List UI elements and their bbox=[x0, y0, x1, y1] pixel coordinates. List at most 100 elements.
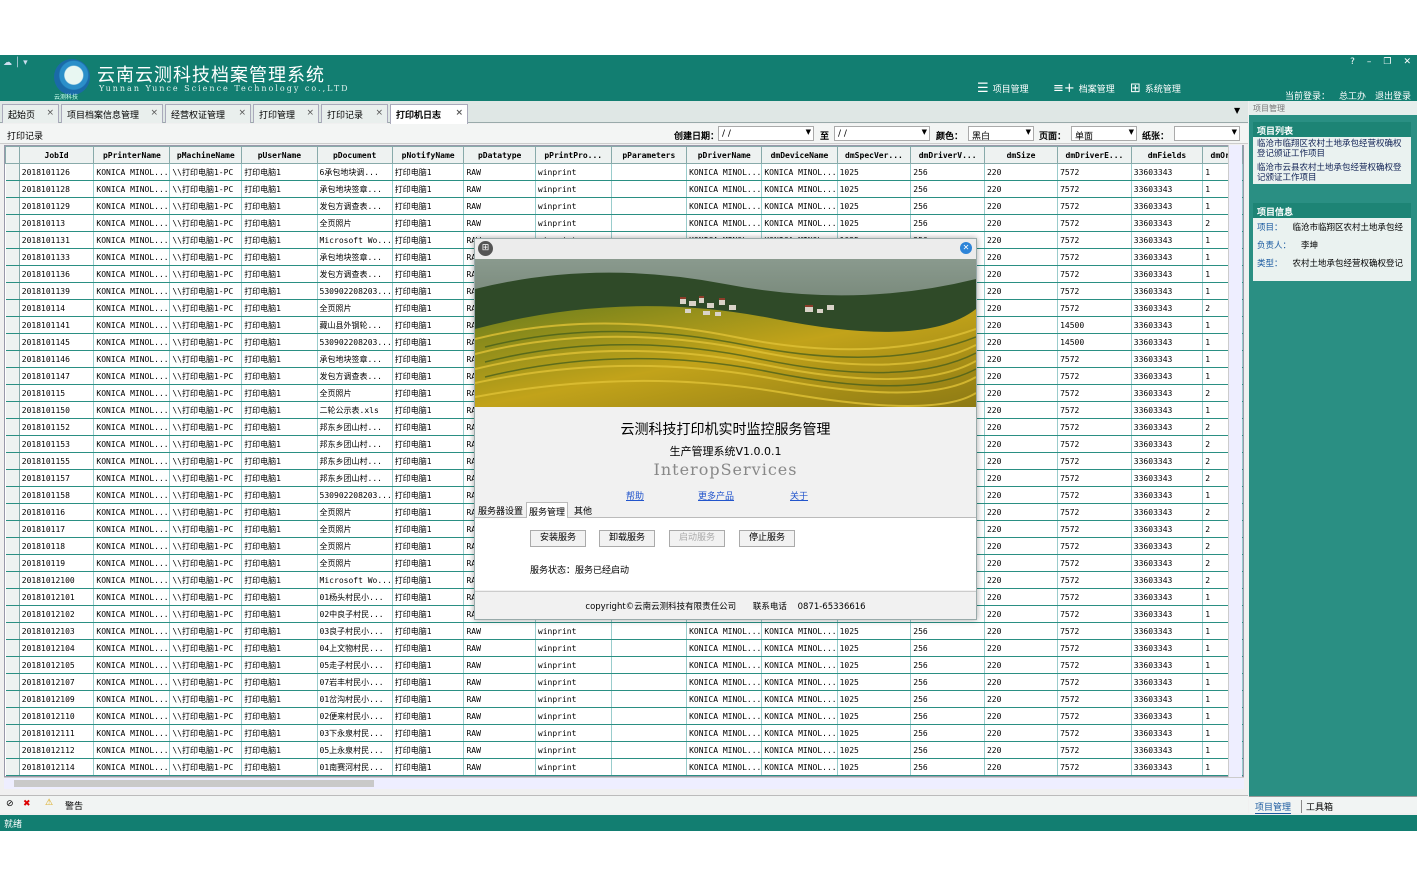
table-cell[interactable] bbox=[611, 197, 688, 215]
table-cell[interactable]: 220 bbox=[984, 367, 1059, 385]
table-cell[interactable]: 2018101131 bbox=[19, 231, 95, 249]
table-cell[interactable]: winprint bbox=[535, 741, 612, 759]
tab-sidebar-project[interactable]: 项目管理 bbox=[1255, 800, 1292, 814]
column-header[interactable]: dmDriverV... bbox=[910, 146, 985, 164]
table-cell[interactable]: KONICA MINOL... bbox=[93, 163, 171, 181]
table-cell[interactable]: 打印电脑1 bbox=[392, 350, 465, 368]
table-cell[interactable]: 33603343 bbox=[1131, 248, 1204, 266]
table-cell[interactable]: 7572 bbox=[1057, 418, 1132, 436]
table-cell[interactable]: 打印电脑1 bbox=[392, 316, 465, 334]
project-list-item[interactable]: 临沧市临翔区农村土地承包经营权确权登记颁证工作项目 bbox=[1253, 137, 1411, 161]
row-header[interactable] bbox=[5, 367, 20, 385]
table-cell[interactable]: 20181012114 bbox=[19, 758, 95, 776]
row-header[interactable] bbox=[5, 299, 20, 317]
column-header[interactable]: pUserName bbox=[241, 146, 318, 164]
stop-service-button[interactable]: 停止服务 bbox=[739, 530, 795, 547]
table-cell[interactable]: 7572 bbox=[1057, 605, 1132, 623]
table-cell[interactable]: 256 bbox=[910, 163, 985, 181]
table-cell[interactable]: 打印电脑1 bbox=[241, 690, 318, 708]
chevron-down-icon[interactable]: ▼ bbox=[922, 128, 927, 136]
table-cell[interactable]: RAW bbox=[463, 639, 536, 657]
table-cell[interactable]: 打印电脑1 bbox=[241, 486, 318, 504]
table-cell[interactable]: \\打印电脑1-PC bbox=[169, 673, 243, 691]
table-cell[interactable]: 256 bbox=[910, 707, 985, 725]
table-cell[interactable]: 201810119 bbox=[19, 554, 95, 572]
table-row[interactable]: 20181012103 KONICA MINOL... \\打印电脑1-PC 打印电脑… bbox=[5, 622, 1243, 640]
table-cell[interactable]: 2018101129 bbox=[19, 197, 95, 215]
table-cell[interactable]: 7572 bbox=[1057, 622, 1132, 640]
table-cell[interactable]: 承包地块签章... bbox=[317, 180, 393, 198]
table-cell[interactable]: KONICA MINOL... bbox=[686, 741, 763, 759]
table-cell[interactable]: 20181012107 bbox=[19, 673, 95, 691]
table-cell[interactable]: 打印电脑1 bbox=[392, 469, 465, 487]
table-cell[interactable]: 发包方调查表... bbox=[317, 265, 393, 283]
tab-other[interactable]: 其他 bbox=[572, 504, 594, 517]
table-cell[interactable]: 220 bbox=[984, 690, 1059, 708]
chevron-down-icon[interactable]: ▼ bbox=[1129, 128, 1134, 136]
table-cell[interactable]: KONICA MINOL... bbox=[761, 741, 838, 759]
help-link[interactable]: 帮助 bbox=[626, 489, 644, 502]
table-cell[interactable]: 打印电脑1 bbox=[392, 333, 465, 351]
table-cell[interactable]: 220 bbox=[984, 588, 1059, 606]
table-cell[interactable]: 2018101139 bbox=[19, 282, 95, 300]
table-cell[interactable]: 打印电脑1 bbox=[392, 299, 465, 317]
table-cell[interactable]: 打印电脑1 bbox=[241, 605, 318, 623]
table-cell[interactable]: 打印电脑1 bbox=[392, 214, 465, 232]
table-cell[interactable]: 7572 bbox=[1057, 673, 1132, 691]
table-cell[interactable]: KONICA MINOL... bbox=[761, 180, 838, 198]
close-icon[interactable]: × bbox=[375, 108, 383, 118]
table-cell[interactable]: 打印电脑1 bbox=[241, 673, 318, 691]
table-cell[interactable]: 打印电脑1 bbox=[241, 724, 318, 742]
table-cell[interactable]: KONICA MINOL... bbox=[761, 690, 838, 708]
table-cell[interactable]: 全页照片 bbox=[317, 214, 393, 232]
row-header[interactable] bbox=[5, 758, 20, 776]
table-cell[interactable]: 打印电脑1 bbox=[392, 265, 465, 283]
table-cell[interactable]: \\打印电脑1-PC bbox=[169, 520, 243, 538]
clear-icon[interactable]: ⊘ bbox=[6, 799, 14, 809]
table-cell[interactable]: 打印电脑1 bbox=[392, 656, 465, 674]
table-cell[interactable]: 邦东乡团山村... bbox=[317, 418, 393, 436]
table-cell[interactable]: 打印电脑1 bbox=[241, 333, 318, 351]
tab-start-page[interactable]: 起始页 × bbox=[2, 104, 59, 123]
table-cell[interactable]: KONICA MINOL... bbox=[93, 605, 171, 623]
tab-print-management[interactable]: 打印管理 × bbox=[253, 104, 319, 123]
table-cell[interactable]: 220 bbox=[984, 333, 1059, 351]
table-row[interactable]: 20181012112 KONICA MINOL... \\打印电脑1-PC 打印电脑… bbox=[5, 741, 1243, 759]
row-header[interactable] bbox=[5, 214, 20, 232]
table-cell[interactable]: KONICA MINOL... bbox=[761, 163, 838, 181]
table-cell[interactable]: 7572 bbox=[1057, 231, 1132, 249]
table-cell[interactable]: \\打印电脑1-PC bbox=[169, 605, 243, 623]
table-cell[interactable]: \\打印电脑1-PC bbox=[169, 707, 243, 725]
table-cell[interactable]: 220 bbox=[984, 724, 1059, 742]
row-header[interactable] bbox=[5, 554, 20, 572]
column-header[interactable]: dmSize bbox=[983, 146, 1059, 164]
paper-select[interactable]: ▼ bbox=[1174, 126, 1240, 141]
table-cell[interactable]: KONICA MINOL... bbox=[93, 622, 171, 640]
table-cell[interactable]: 530902208203... bbox=[317, 486, 393, 504]
table-cell[interactable]: KONICA MINOL... bbox=[93, 333, 171, 351]
table-cell[interactable] bbox=[611, 724, 688, 742]
table-cell[interactable]: RAW bbox=[463, 197, 536, 215]
table-cell[interactable]: KONICA MINOL... bbox=[93, 350, 171, 368]
table-cell[interactable]: KONICA MINOL... bbox=[93, 316, 171, 334]
table-cell[interactable]: 7572 bbox=[1057, 537, 1132, 555]
table-cell[interactable]: \\打印电脑1-PC bbox=[169, 163, 243, 181]
table-cell[interactable]: 20181012110 bbox=[19, 707, 95, 725]
table-cell[interactable]: RAW bbox=[463, 163, 536, 181]
table-cell[interactable] bbox=[611, 741, 688, 759]
table-cell[interactable]: 7572 bbox=[1057, 503, 1132, 521]
table-cell[interactable]: 打印电脑1 bbox=[241, 520, 318, 538]
table-cell[interactable]: 7572 bbox=[1057, 384, 1132, 402]
table-cell[interactable]: KONICA MINOL... bbox=[93, 401, 171, 419]
table-cell[interactable]: KONICA MINOL... bbox=[93, 197, 171, 215]
table-cell[interactable]: 256 bbox=[910, 690, 985, 708]
table-cell[interactable]: 02便来村民小... bbox=[317, 707, 393, 725]
table-cell[interactable]: 7572 bbox=[1057, 214, 1132, 232]
table-cell[interactable]: KONICA MINOL... bbox=[761, 673, 838, 691]
table-cell[interactable]: KONICA MINOL... bbox=[93, 690, 171, 708]
table-cell[interactable]: 20181012102 bbox=[19, 605, 95, 623]
table-cell[interactable]: winprint bbox=[535, 724, 612, 742]
table-cell[interactable]: \\打印电脑1-PC bbox=[169, 571, 243, 589]
table-cell[interactable]: 33603343 bbox=[1131, 299, 1204, 317]
table-cell[interactable]: 打印电脑1 bbox=[241, 299, 318, 317]
